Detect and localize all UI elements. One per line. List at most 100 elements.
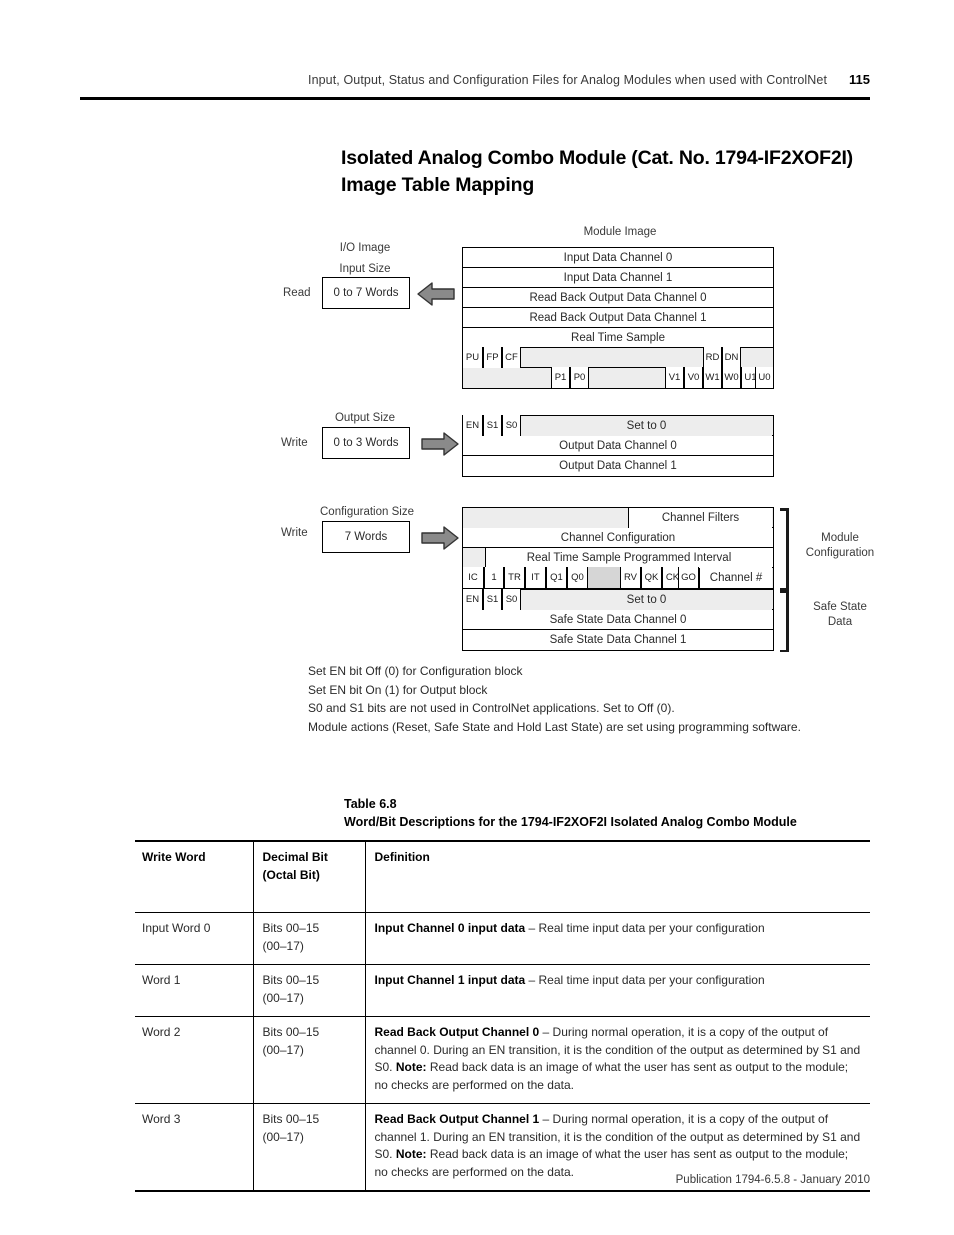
cell-definition: Read Back Output Channel 0 – During norm… xyxy=(364,1016,870,1104)
bit-cell-rv: RV xyxy=(620,567,641,588)
arrow-right-icon xyxy=(421,432,459,456)
bit-cell-s1: S1 xyxy=(483,589,502,610)
input-row: Real Time Sample xyxy=(463,328,773,348)
word-bit-descriptions-table: Write Word Decimal Bit (Octal Bit) Defin… xyxy=(135,840,870,1192)
input-size-box: 0 to 7 Words xyxy=(322,277,410,309)
definition-text: – Real time input data per your configur… xyxy=(525,921,765,935)
definition-term: Input Channel 0 input data xyxy=(374,921,526,935)
bit-cell-w1: W1 xyxy=(703,367,722,388)
bit-cell-v0: V0 xyxy=(684,367,703,388)
output-image-block: EN S1 S0 Set to 0 Output Data Channel 0 … xyxy=(462,415,774,477)
column-header-decimal-bit: Decimal Bit (Octal Bit) xyxy=(252,840,366,913)
diagram-note: S0 and S1 bits are not used in ControlNe… xyxy=(308,701,675,715)
definition-text: – Real time input data per your configur… xyxy=(525,973,765,987)
rts-reserved-cell xyxy=(463,548,485,568)
cell-decimal-bit: Bits 00–15 (00–17) xyxy=(252,1016,366,1104)
bit-cell-ic: IC xyxy=(463,567,484,588)
table-body: Input Word 0 Bits 00–15 (00–17) Input Ch… xyxy=(135,912,870,1192)
output-row: Output Data Channel 1 xyxy=(463,456,773,476)
cell-definition: Input Channel 1 input data – Real time i… xyxy=(364,964,870,1017)
bit-cell-pu: PU xyxy=(463,347,483,368)
read-direction-label: Read xyxy=(283,287,311,299)
bit-cell-q0: Q0 xyxy=(567,567,588,588)
output-size-box: 0 to 3 Words xyxy=(322,427,410,459)
channel-filters-label: Channel Filters xyxy=(628,508,772,528)
channel-filters-row: Channel Filters xyxy=(463,508,773,528)
safe-state-control-bit-row: EN S1 S0 Set to 0 xyxy=(463,589,773,610)
safe-state-data-block: EN S1 S0 Set to 0 Safe State Data Channe… xyxy=(462,589,774,651)
bit-cell-s0: S0 xyxy=(502,589,521,610)
bit-cell-go: GO xyxy=(678,567,699,588)
diagram-note: Module actions (Reset, Safe State and Ho… xyxy=(308,719,801,734)
definition-term: Input Channel 1 input data xyxy=(374,973,526,987)
bit-cell-qk: QK xyxy=(641,567,662,588)
bit-cell-w0: W0 xyxy=(722,367,741,388)
definition-note-text: Read back data is an image of what the u… xyxy=(374,1060,849,1092)
diagram-notes: Set EN bit Off (0) for Configuration blo… xyxy=(308,662,868,736)
bit-cell-rd: RD xyxy=(703,347,722,368)
definition-note-label: Note: xyxy=(395,1060,427,1074)
definition-term: Read Back Output Channel 1 xyxy=(374,1112,540,1126)
input-row: Read Back Output Data Channel 0 xyxy=(463,288,773,308)
real-time-sample-interval-label: Real Time Sample Programmed Interval xyxy=(485,548,772,568)
output-row: Output Data Channel 0 xyxy=(463,436,773,456)
input-size-label: Input Size xyxy=(339,263,391,275)
table-row: Input Word 0 Bits 00–15 (00–17) Input Ch… xyxy=(135,912,870,965)
image-table-mapping-diagram: Module Image I/O Image Input Size Read 0… xyxy=(0,0,954,734)
footer-publication: Publication 1794-6.5.8 - January 2010 xyxy=(675,1174,870,1186)
arrow-left-icon xyxy=(417,282,455,306)
module-image-label: Module Image xyxy=(583,226,657,238)
write-config-direction-label: Write xyxy=(281,527,308,539)
definition-term: Read Back Output Channel 0 xyxy=(374,1025,540,1039)
cell-definition: Input Channel 0 input data – Real time i… xyxy=(364,912,870,965)
bit-cell-fp: FP xyxy=(483,347,502,368)
bit-cell-v1: V1 xyxy=(665,367,684,388)
bit-cell-s0: S0 xyxy=(502,415,521,436)
cell-write-word: Word 1 xyxy=(135,964,254,1017)
module-configuration-bracket-label: Module Configuration xyxy=(805,532,875,559)
output-size-label: Output Size xyxy=(334,412,396,424)
bit-cell-p1: P1 xyxy=(551,367,570,388)
bit-cell-en: EN xyxy=(463,415,483,436)
module-configuration-block: Channel Filters Channel Configuration Re… xyxy=(462,507,774,589)
column-header-definition: Definition xyxy=(364,840,870,913)
input-row: Read Back Output Data Channel 1 xyxy=(463,308,773,328)
diagram-note: Set EN bit Off (0) for Configuration blo… xyxy=(308,664,523,678)
table-row: Word 1 Bits 00–15 (00–17) Input Channel … xyxy=(135,964,870,1017)
safe-state-row: Safe State Data Channel 1 xyxy=(463,630,773,650)
table-caption-title: Word/Bit Descriptions for the 1794-IF2XO… xyxy=(344,814,797,829)
bit-cell-dn: DN xyxy=(722,347,741,368)
input-row: Input Data Channel 0 xyxy=(463,248,773,268)
configuration-bit-row: IC 1 TR IT Q1 Q0 RV QK CK GO Channel # xyxy=(463,567,773,588)
bit-cell-en: EN xyxy=(463,589,483,610)
channel-configuration-row: Channel Configuration xyxy=(463,528,773,548)
safe-state-row: Safe State Data Channel 0 xyxy=(463,610,773,630)
safe-state-bracket-label: Safe State Data xyxy=(813,601,867,628)
table-row: Word 2 Bits 00–15 (00–17) Read Back Outp… xyxy=(135,1016,870,1104)
real-time-sample-row: Real Time Sample Programmed Interval xyxy=(463,548,773,568)
bit-cell-q1: Q1 xyxy=(546,567,567,588)
output-set-to-zero: Set to 0 xyxy=(521,416,772,436)
channel-number-label: Channel # xyxy=(699,568,772,588)
bit-cell-reserved xyxy=(588,567,620,588)
input-status-bit-row-1: PU FP CF RD DN xyxy=(463,347,773,368)
definition-note-label: Note: xyxy=(395,1147,427,1161)
bit-cell-p0: P0 xyxy=(570,367,589,388)
configuration-size-box: 7 Words xyxy=(322,521,410,553)
bit-cell-u0: U0 xyxy=(755,367,774,388)
io-image-label: I/O Image xyxy=(339,242,391,254)
diagram-note: Set EN bit On (1) for Output block xyxy=(308,682,488,697)
input-row: Input Data Channel 1 xyxy=(463,268,773,288)
column-header-write-word: Write Word xyxy=(135,840,254,913)
input-image-block: Input Data Channel 0 Input Data Channel … xyxy=(462,247,774,389)
bit-cell-tr: TR xyxy=(504,567,525,588)
safe-state-set-to-zero: Set to 0 xyxy=(521,590,772,610)
cell-write-word: Word 2 xyxy=(135,1016,254,1104)
table-caption-number: Table 6.8 xyxy=(344,797,397,811)
bit-cell-1: 1 xyxy=(484,567,504,588)
cell-decimal-bit: Bits 00–15 (00–17) xyxy=(252,912,366,965)
cell-write-word: Input Word 0 xyxy=(135,912,254,965)
input-status-bit-row-2: P1 P0 V1 V0 W1 W0 U1 U0 xyxy=(463,367,774,388)
bit-cell-cf: CF xyxy=(502,347,521,368)
table-header-row: Write Word Decimal Bit (Octal Bit) Defin… xyxy=(135,840,870,913)
